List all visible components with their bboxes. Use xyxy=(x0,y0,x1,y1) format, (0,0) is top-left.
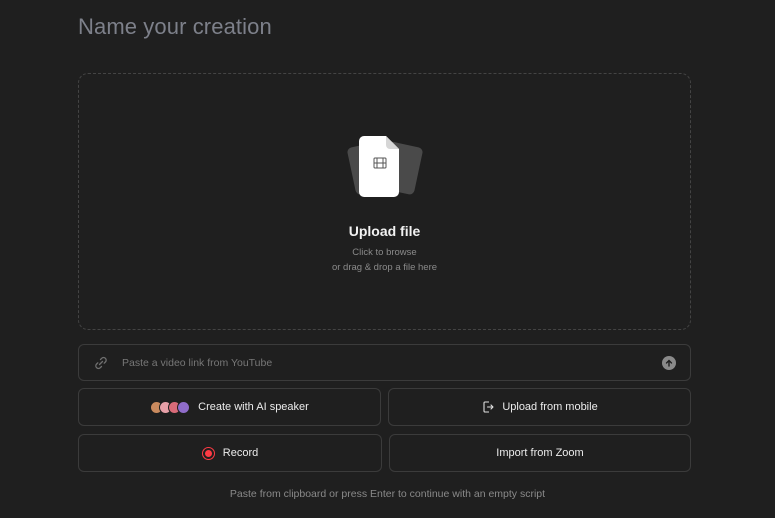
youtube-link-input[interactable] xyxy=(122,356,662,369)
upload-from-mobile-button[interactable]: Upload from mobile xyxy=(388,388,691,426)
upload-title: Upload file xyxy=(348,223,421,239)
creation-name-input[interactable]: Name your creation xyxy=(78,14,272,40)
import-zoom-label: Import from Zoom xyxy=(496,447,584,459)
avatars-icon xyxy=(150,400,191,414)
record-label: Record xyxy=(222,447,259,459)
arrow-up-icon[interactable] xyxy=(662,355,676,370)
link-icon xyxy=(93,355,109,371)
upload-hint-drag: or drag & drop a file here xyxy=(331,262,438,273)
import-from-zoom-button[interactable]: Import from Zoom xyxy=(389,434,691,472)
youtube-link-bar xyxy=(78,344,691,381)
create-with-ai-speaker-button[interactable]: Create with AI speaker xyxy=(78,388,381,426)
film-file-icon xyxy=(342,132,428,202)
upload-dropzone[interactable]: Upload file Click to browse or drag & dr… xyxy=(78,73,691,330)
record-icon xyxy=(201,446,215,460)
record-button[interactable]: Record xyxy=(78,434,382,472)
footer-hint: Paste from clipboard or press Enter to c… xyxy=(229,488,546,500)
upload-mobile-label: Upload from mobile xyxy=(502,401,598,413)
upload-hint-browse: Click to browse xyxy=(352,247,417,258)
phone-upload-icon xyxy=(481,400,495,414)
ai-speaker-label: Create with AI speaker xyxy=(198,401,309,413)
